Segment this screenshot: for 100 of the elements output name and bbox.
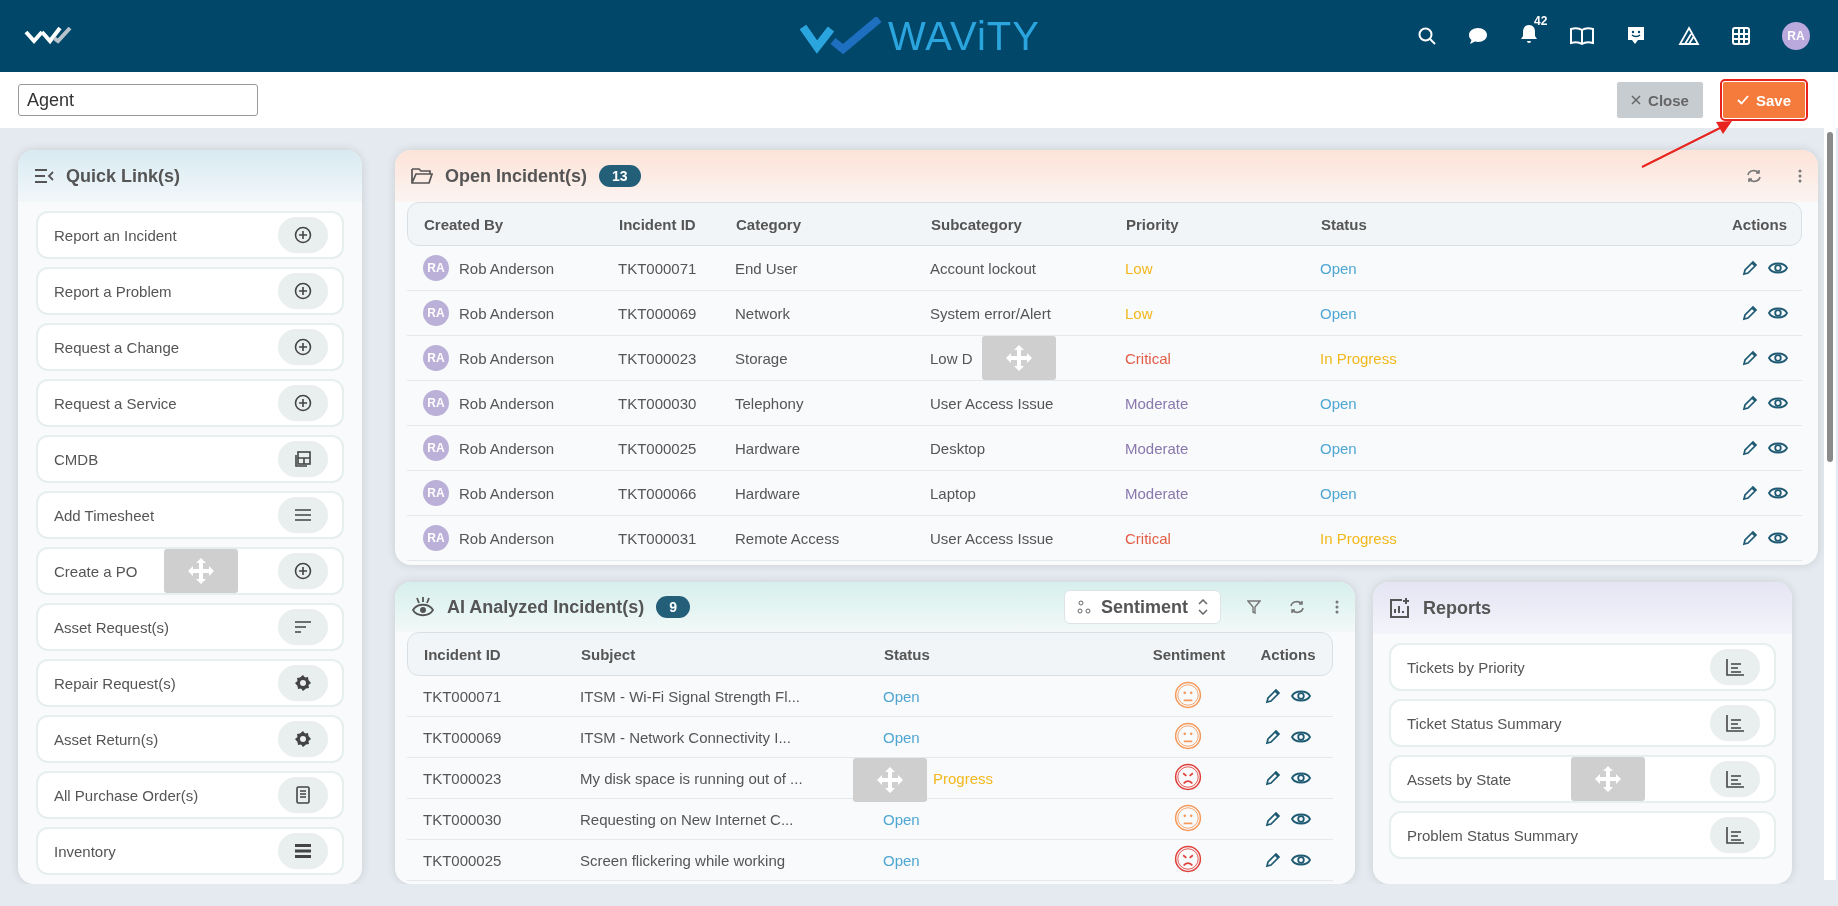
edit-icon[interactable] (1742, 485, 1758, 501)
quick-link[interactable]: Asset Return(s) (36, 715, 344, 763)
column-header[interactable]: Subcategory (931, 215, 1126, 233)
drag-handle[interactable] (164, 549, 238, 593)
edit-icon[interactable] (1742, 260, 1758, 276)
view-icon[interactable] (1768, 261, 1788, 275)
table-cell-text: TKT000031 (618, 529, 698, 547)
quick-link[interactable]: Report a Problem (36, 267, 344, 315)
column-header[interactable]: Incident ID (619, 215, 736, 233)
view-icon[interactable] (1291, 853, 1311, 867)
column-header[interactable]: Incident ID (424, 645, 581, 663)
quick-link-label: Asset Return(s) (54, 730, 159, 748)
panel-title: Quick Link(s) (66, 165, 181, 187)
edit-icon[interactable] (1742, 530, 1758, 546)
edit-icon[interactable] (1742, 350, 1758, 366)
column-header[interactable]: Actions (1244, 645, 1332, 663)
table-cell: Laptop (930, 484, 976, 502)
quick-link-label: Create a PO (54, 562, 138, 580)
report-link[interactable]: Assets by State (1389, 755, 1776, 803)
close-button[interactable]: Close (1617, 82, 1703, 118)
drag-handle[interactable] (982, 335, 1056, 380)
table-cell-text: ITSM - Network Connectivity I... (580, 728, 792, 746)
column-header[interactable]: Actions (1516, 215, 1801, 233)
view-icon[interactable] (1291, 730, 1311, 744)
priority-text: Moderate (1125, 439, 1189, 457)
edit-icon[interactable] (1265, 688, 1281, 704)
user-avatar: RA (423, 345, 449, 371)
quick-link[interactable]: Request a Service (36, 379, 344, 427)
collapse-menu-icon[interactable] (34, 169, 54, 183)
check-icon (1736, 95, 1749, 105)
column-header[interactable]: Category (736, 215, 931, 233)
edit-icon[interactable] (1742, 440, 1758, 456)
report-link[interactable]: Problem Status Summary (1389, 811, 1776, 859)
quick-link[interactable]: All Purchase Order(s) (36, 771, 344, 819)
table-cell: System error/Alert (930, 304, 1051, 322)
quick-link[interactable]: Add Timesheet (36, 491, 344, 539)
view-name-field[interactable]: Agent (18, 84, 258, 116)
quick-link-label: Add Timesheet (54, 506, 155, 524)
quick-link[interactable]: Asset Request(s) (36, 603, 344, 651)
more-icon[interactable] (1335, 600, 1339, 614)
quick-link[interactable]: Request a Change (36, 323, 344, 371)
book-icon[interactable] (1570, 27, 1594, 45)
report-link[interactable]: Ticket Status Summary (1389, 699, 1776, 747)
view-icon[interactable] (1291, 771, 1311, 785)
column-header[interactable]: Status (1321, 215, 1516, 233)
table-cell: Rob Anderson (459, 349, 555, 367)
filter-icon[interactable] (1247, 600, 1261, 614)
edit-icon[interactable] (1265, 811, 1281, 827)
close-icon (1631, 95, 1642, 105)
logo-icon[interactable] (24, 26, 72, 46)
view-icon[interactable] (1768, 351, 1788, 365)
quick-link[interactable]: Repair Request(s) (36, 659, 344, 707)
quick-link-label: Inventory (54, 842, 116, 860)
priority-text: Moderate (1125, 394, 1189, 412)
chat-icon[interactable] (1468, 27, 1488, 45)
edit-icon[interactable] (1742, 395, 1758, 411)
report-label: Problem Status Summary (1407, 826, 1578, 844)
quick-link[interactable]: Report an Incident (36, 211, 344, 259)
refresh-icon[interactable] (1289, 600, 1305, 614)
grid-icon[interactable] (1732, 27, 1750, 45)
quick-link[interactable]: CMDB (36, 435, 344, 483)
plus-icon (294, 226, 312, 244)
status-text: In Progress (1320, 349, 1397, 367)
column-header[interactable]: Status (884, 645, 1134, 663)
view-icon[interactable] (1768, 486, 1788, 500)
column-header[interactable]: Created By (424, 215, 619, 233)
more-icon[interactable] (1798, 169, 1802, 183)
table-cell: Rob Anderson (459, 529, 555, 547)
edit-icon[interactable] (1265, 770, 1281, 786)
report-label: Assets by State (1407, 770, 1512, 788)
quick-link-label: Request a Change (54, 338, 180, 356)
search-icon[interactable] (1418, 27, 1436, 45)
view-icon[interactable] (1768, 531, 1788, 545)
drag-handle[interactable] (853, 757, 927, 802)
edit-icon[interactable] (1265, 852, 1281, 868)
triangle-icon[interactable] (1678, 26, 1700, 46)
view-icon[interactable] (1768, 306, 1788, 320)
view-icon[interactable] (1291, 812, 1311, 826)
table-cell: Rob Anderson (459, 304, 555, 322)
drag-handle[interactable] (1571, 757, 1645, 801)
edit-icon[interactable] (1265, 729, 1281, 745)
bell-icon[interactable] (1520, 24, 1538, 44)
column-header[interactable]: Subject (581, 645, 884, 663)
column-header[interactable]: Priority (1126, 215, 1321, 233)
view-select[interactable]: Sentiment (1064, 590, 1221, 624)
feedback-icon[interactable] (1626, 26, 1646, 46)
quick-link[interactable]: Create a PO (36, 547, 344, 595)
quick-link[interactable]: Inventory (36, 827, 344, 875)
view-icon[interactable] (1768, 441, 1788, 455)
view-icon[interactable] (1291, 689, 1311, 703)
view-icon[interactable] (1768, 396, 1788, 410)
column-header[interactable]: Sentiment (1134, 645, 1244, 663)
edit-icon[interactable] (1742, 305, 1758, 321)
plus-icon (294, 394, 312, 412)
panel-title: Reports (1423, 597, 1491, 619)
refresh-icon[interactable] (1746, 169, 1762, 183)
scrollbar[interactable] (1824, 128, 1836, 880)
gear-icon (294, 674, 312, 692)
report-link[interactable]: Tickets by Priority (1389, 643, 1776, 691)
chart-list-icon (1725, 658, 1745, 676)
